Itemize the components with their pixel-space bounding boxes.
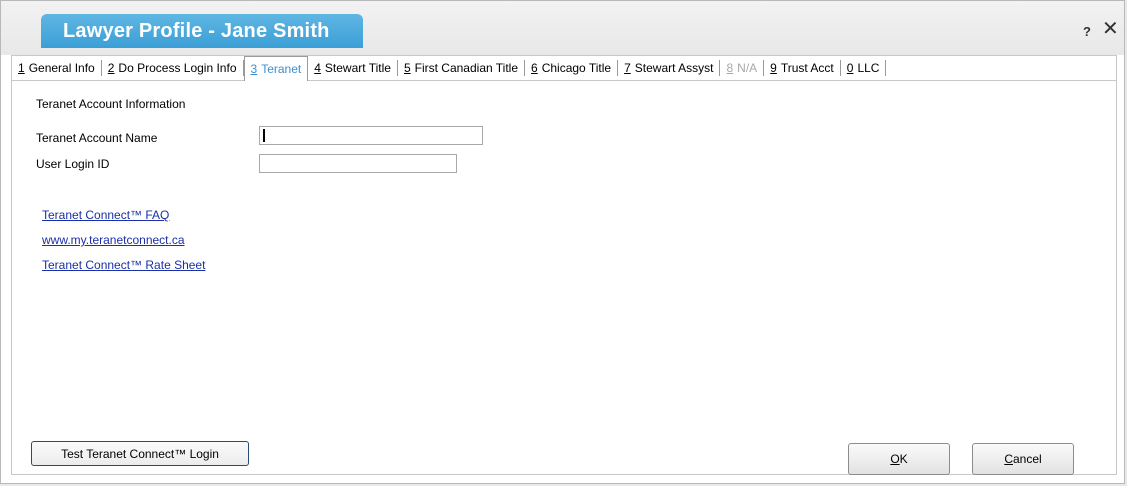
dialog-header: Lawyer Profile - Jane Smith ? ✕ — [1, 1, 1124, 55]
tab-na: 8 N/A — [720, 60, 765, 76]
login-id-input[interactable] — [259, 154, 457, 173]
tab-mnemonic: 5 — [403, 61, 411, 75]
tab-content-teranet: Teranet Account Information Teranet Acco… — [11, 81, 1117, 475]
test-login-button[interactable]: Test Teranet Connect™ Login — [31, 441, 249, 466]
tab-label: General Info — [28, 61, 95, 75]
ok-label-rest: K — [899, 452, 908, 466]
close-icon[interactable]: ✕ — [1102, 19, 1119, 39]
tab-mnemonic: 4 — [314, 61, 321, 75]
tab-do-process-login-info[interactable]: 2 Do Process Login Info — [102, 60, 244, 76]
help-icon[interactable]: ? — [1083, 24, 1091, 39]
ok-mnemonic: O — [890, 452, 900, 466]
tab-label: Teranet — [261, 62, 302, 76]
tab-trust-acct[interactable]: 9 Trust Acct — [764, 60, 841, 76]
section-title: Teranet Account Information — [36, 97, 186, 111]
login-id-label: User Login ID — [36, 157, 110, 171]
tab-label: Chicago Title — [541, 61, 612, 75]
tab-first-canadian-title[interactable]: 5 First Canadian Title — [398, 60, 526, 76]
tab-teranet[interactable]: 3 Teranet — [243, 56, 309, 81]
account-name-input[interactable] — [259, 126, 483, 145]
dialog-title: Lawyer Profile - Jane Smith — [41, 14, 363, 48]
lawyer-profile-dialog: Lawyer Profile - Jane Smith ? ✕ 1 Genera… — [0, 0, 1125, 484]
text-caret — [263, 129, 265, 142]
tab-mnemonic: 6 — [531, 61, 538, 75]
cancel-mnemonic: C — [1004, 452, 1013, 466]
rate-sheet-link[interactable]: Teranet Connect™ Rate Sheet — [42, 258, 205, 272]
website-link[interactable]: www.my.teranetconnect.ca — [42, 233, 185, 247]
cancel-label-rest: ancel — [1012, 452, 1042, 466]
tab-label: N/A — [737, 61, 758, 75]
tab-bar: 1 General Info 2 Do Process Login Info 3… — [11, 55, 1117, 81]
tab-mnemonic: 1 — [18, 61, 25, 75]
tab-llc[interactable]: 0 LLC — [841, 60, 887, 76]
tab-general-info[interactable]: 1 General Info — [12, 60, 102, 76]
tab-label: Trust Acct — [780, 61, 834, 75]
tab-label: Stewart Assyst — [634, 61, 714, 75]
tab-label: First Canadian Title — [414, 61, 519, 75]
tab-mnemonic: 8 — [726, 61, 734, 75]
cancel-button[interactable]: Cancel — [972, 443, 1074, 475]
tab-label: LLC — [857, 61, 880, 75]
tab-mnemonic: 3 — [250, 62, 258, 76]
tab-stewart-title[interactable]: 4 Stewart Title — [308, 60, 398, 76]
ok-button[interactable]: OK — [848, 443, 950, 475]
account-name-label: Teranet Account Name — [36, 131, 158, 145]
tab-label: Do Process Login Info — [118, 61, 237, 75]
tab-mnemonic: 0 — [846, 61, 854, 75]
tab-mnemonic: 9 — [770, 61, 777, 75]
tab-label: Stewart Title — [324, 61, 391, 75]
tab-mnemonic: 2 — [107, 61, 115, 75]
tab-stewart-assyst[interactable]: 7 Stewart Assyst — [618, 60, 721, 76]
tab-chicago-title[interactable]: 6 Chicago Title — [525, 60, 619, 76]
faq-link[interactable]: Teranet Connect™ FAQ — [42, 208, 169, 222]
tab-mnemonic: 7 — [624, 61, 631, 75]
